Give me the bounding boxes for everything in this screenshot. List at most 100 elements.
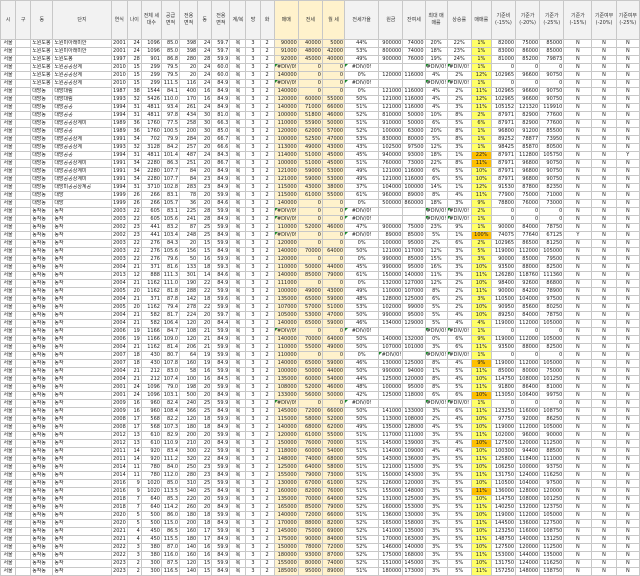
table-cell[interactable]: 3: [245, 239, 261, 248]
table-cell[interactable]: N: [615, 55, 640, 64]
table-cell[interactable]: 46%: [344, 359, 380, 368]
table-cell[interactable]: 18: [197, 263, 213, 272]
table-cell[interactable]: 1%: [470, 215, 492, 224]
table-cell[interactable]: N: [591, 303, 617, 312]
table-cell[interactable]: 81000: [490, 55, 517, 64]
table-cell[interactable]: 복: [229, 375, 247, 384]
table-cell[interactable]: 대방공공: [52, 151, 112, 160]
table-cell[interactable]: 0: [515, 399, 541, 408]
table-cell[interactable]: N: [615, 119, 640, 128]
table-cell[interactable]: N: [615, 79, 640, 88]
table-cell[interactable]: 84.9: [211, 103, 231, 112]
table-cell[interactable]: 3: [245, 207, 261, 216]
table-cell[interactable]: 61000: [297, 191, 323, 200]
table-cell[interactable]: [15, 95, 32, 104]
table-cell[interactable]: 45%: [344, 151, 380, 160]
table-cell[interactable]: N: [563, 207, 593, 216]
table-cell[interactable]: 복: [229, 39, 247, 48]
table-cell[interactable]: 3: [245, 495, 261, 504]
table-cell[interactable]: 49%: [344, 167, 380, 176]
table-cell[interactable]: 84.9: [211, 471, 231, 480]
table-cell[interactable]: #DIV/0!: [424, 327, 448, 336]
table-cell[interactable]: 84000: [321, 535, 346, 544]
table-cell[interactable]: 10%: [424, 111, 448, 120]
table-cell[interactable]: 72000: [297, 407, 323, 416]
table-cell[interactable]: 2: [259, 183, 275, 192]
table-cell[interactable]: 4811: [140, 103, 162, 112]
table-cell[interactable]: N: [563, 239, 593, 248]
table-cell[interactable]: N: [591, 511, 617, 520]
table-cell[interactable]: [15, 439, 32, 448]
table-cell[interactable]: 서울: [0, 375, 17, 384]
table-cell[interactable]: 5%: [446, 519, 472, 528]
table-cell[interactable]: 동작: [52, 351, 112, 360]
table-cell[interactable]: N: [591, 71, 617, 80]
table-cell[interactable]: 복: [229, 383, 247, 392]
table-cell[interactable]: 120000: [273, 127, 299, 136]
table-cell[interactable]: 노원미아래미안: [52, 39, 112, 48]
table-cell[interactable]: 52000: [321, 415, 346, 424]
table-cell[interactable]: 3%: [424, 439, 448, 448]
table-cell[interactable]: 19: [197, 359, 213, 368]
table-cell[interactable]: 1%: [446, 183, 472, 192]
table-cell[interactable]: 59.9: [211, 351, 231, 360]
table-cell[interactable]: 224: [179, 311, 199, 320]
table-cell[interactable]: 59.9: [211, 447, 231, 456]
table-cell[interactable]: 20: [197, 503, 213, 512]
table-cell[interactable]: 5%: [446, 167, 472, 176]
table-cell[interactable]: 86400: [515, 383, 541, 392]
table-cell[interactable]: 동작동: [30, 271, 54, 280]
table-cell[interactable]: 대방동: [30, 143, 54, 152]
table-cell[interactable]: 동작동: [30, 223, 54, 232]
table-cell[interactable]: [15, 39, 32, 48]
table-cell[interactable]: 1162: [140, 279, 162, 288]
table-cell[interactable]: N: [591, 223, 617, 232]
table-cell[interactable]: 동작동: [30, 335, 54, 344]
table-cell[interactable]: 77600: [539, 111, 565, 120]
table-cell[interactable]: #DIV/0!: [273, 215, 299, 224]
table-cell[interactable]: 900000: [378, 55, 404, 64]
table-cell[interactable]: 12%: [470, 95, 492, 104]
table-cell[interactable]: N: [591, 463, 617, 472]
table-cell[interactable]: 125800: [490, 455, 517, 464]
table-cell[interactable]: 91800: [490, 383, 517, 392]
table-cell[interactable]: 동작동: [30, 215, 54, 224]
table-cell[interactable]: 24: [197, 103, 213, 112]
table-cell[interactable]: N: [591, 567, 617, 576]
table-cell[interactable]: 0: [539, 207, 565, 216]
table-cell[interactable]: 310: [179, 479, 199, 488]
table-cell[interactable]: 2: [259, 431, 275, 440]
table-cell[interactable]: 163000: [402, 535, 426, 544]
table-cell[interactable]: 121000: [378, 87, 404, 96]
table-cell[interactable]: 830000: [378, 135, 404, 144]
table-cell[interactable]: 3: [245, 223, 261, 232]
table-cell[interactable]: [15, 151, 32, 160]
table-cell[interactable]: 대방동: [30, 87, 54, 96]
table-cell[interactable]: 3%: [424, 487, 448, 496]
table-cell[interactable]: 90000: [273, 39, 299, 48]
table-cell[interactable]: 대방: [52, 199, 112, 208]
table-cell[interactable]: [15, 143, 32, 152]
table-cell[interactable]: 노원미아래미안: [52, 47, 112, 56]
table-cell[interactable]: 동작동: [30, 255, 54, 264]
table-cell[interactable]: 80000: [297, 559, 323, 568]
table-cell[interactable]: N: [591, 215, 617, 224]
table-cell[interactable]: 2: [259, 503, 275, 512]
table-cell[interactable]: 동작: [52, 495, 112, 504]
table-cell[interactable]: 53%: [344, 135, 380, 144]
table-cell[interactable]: 2001: [110, 391, 128, 400]
table-cell[interactable]: 3: [245, 415, 261, 424]
table-cell[interactable]: N: [615, 447, 640, 456]
table-cell[interactable]: 5%: [446, 527, 472, 536]
table-cell[interactable]: N: [591, 471, 617, 480]
table-cell[interactable]: 31: [126, 151, 142, 160]
table-cell[interactable]: 서울: [0, 271, 17, 280]
table-cell[interactable]: [15, 183, 32, 192]
table-cell[interactable]: 85000: [402, 231, 426, 240]
table-cell[interactable]: 398: [179, 47, 199, 56]
column-header[interactable]: 방: [245, 0, 261, 40]
table-cell[interactable]: 22%: [424, 159, 448, 168]
table-cell[interactable]: N: [615, 311, 640, 320]
table-cell[interactable]: 24: [197, 39, 213, 48]
table-cell[interactable]: 16%: [424, 263, 448, 272]
